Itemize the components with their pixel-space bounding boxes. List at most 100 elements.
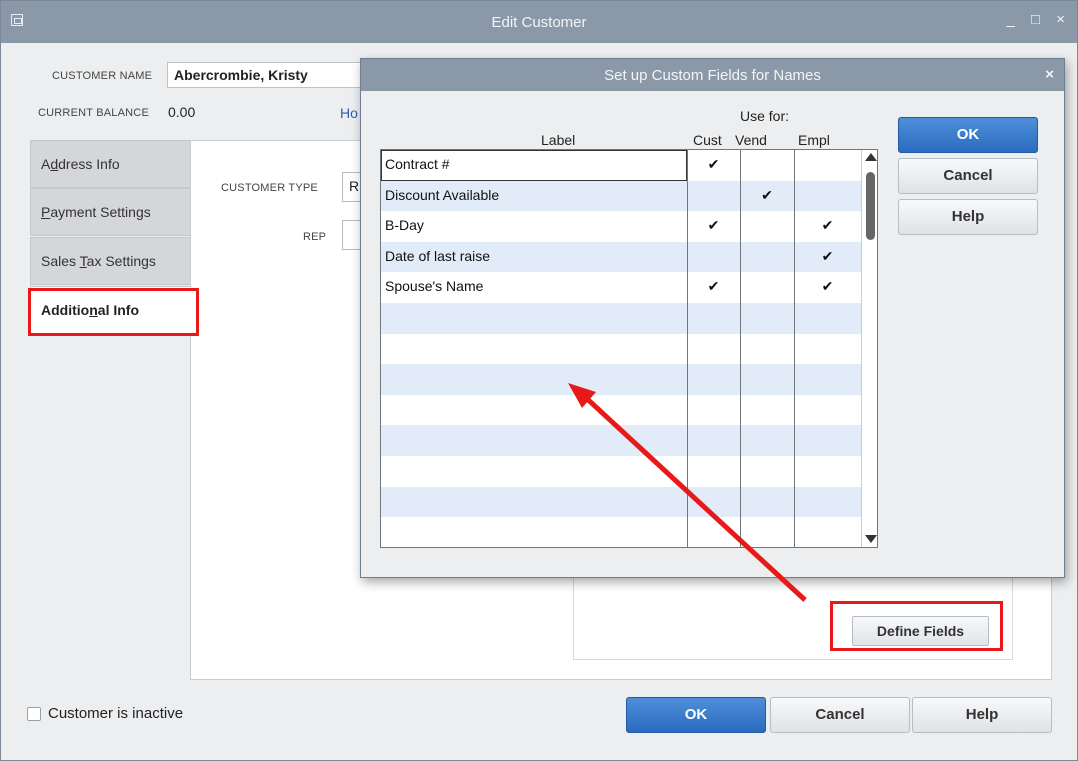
table-row[interactable]	[381, 486, 861, 518]
tab-label-post: ayment Settings	[50, 204, 151, 220]
field-label-cell[interactable]	[385, 364, 685, 395]
vend-check-cell[interactable]	[740, 364, 794, 395]
field-label-cell[interactable]: Discount Available	[385, 181, 685, 212]
cust-check-cell[interactable]	[687, 303, 740, 334]
empl-check-cell[interactable]	[794, 456, 861, 487]
cust-check-cell[interactable]	[687, 395, 740, 426]
empl-check-cell[interactable]	[794, 181, 861, 212]
table-row[interactable]	[381, 334, 861, 365]
tab-sales-tax-settings[interactable]: Sales Tax Settings	[30, 237, 191, 285]
vertical-scrollbar[interactable]	[861, 150, 877, 547]
tab-label-post: dress Info	[58, 156, 120, 172]
dialog-help-button[interactable]: Help	[898, 199, 1038, 235]
customer-name-field[interactable]: Abercrombie, Kristy	[167, 62, 367, 88]
custom-fields-dialog: Set up Custom Fields for Names × Use for…	[360, 58, 1065, 578]
field-label-cell[interactable]	[385, 517, 685, 547]
tab-label-post: ax Settings	[86, 253, 156, 269]
cust-check-cell[interactable]	[687, 487, 740, 518]
table-row[interactable]: B-Day ✔ ✔	[381, 211, 861, 242]
vend-check-cell[interactable]	[740, 242, 794, 273]
window-controls[interactable]: _ □ ×	[1007, 11, 1072, 28]
empl-check-cell[interactable]	[794, 150, 861, 181]
vend-check-cell[interactable]	[740, 487, 794, 518]
field-label-cell[interactable]	[385, 425, 685, 456]
field-label-cell[interactable]	[385, 334, 685, 365]
vend-check-cell[interactable]	[740, 303, 794, 334]
table-row[interactable]	[381, 303, 861, 334]
cust-check-cell[interactable]	[687, 425, 740, 456]
vend-check-cell[interactable]	[740, 395, 794, 426]
field-label-cell[interactable]	[385, 456, 685, 487]
dialog-ok-button[interactable]: OK	[898, 117, 1038, 153]
cust-check-cell[interactable]	[687, 364, 740, 395]
field-label-cell[interactable]	[385, 303, 685, 334]
main-titlebar[interactable]: Edit Customer _ □ ×	[1, 1, 1077, 43]
column-header-cust: Cust	[693, 132, 722, 148]
empl-check-cell[interactable]	[794, 487, 861, 518]
tab-label-accel: P	[41, 204, 51, 220]
table-row[interactable]	[381, 395, 861, 426]
customer-inactive-checkbox[interactable]	[27, 707, 41, 721]
vend-check-cell[interactable]	[740, 517, 794, 547]
vend-check-cell[interactable]	[740, 456, 794, 487]
customer-name-label: CUSTOMER NAME	[52, 70, 153, 82]
vend-check-cell[interactable]	[740, 150, 794, 181]
empl-check-cell[interactable]	[794, 425, 861, 456]
empl-check-cell[interactable]: ✔	[794, 211, 861, 242]
ok-button[interactable]: OK	[626, 697, 766, 733]
field-label-cell[interactable]: Date of last raise	[385, 242, 685, 273]
column-divider	[794, 150, 795, 547]
use-for-label: Use for:	[740, 108, 790, 124]
column-divider	[687, 150, 688, 547]
dialog-titlebar[interactable]: Set up Custom Fields for Names ×	[361, 59, 1064, 91]
scroll-down-arrow-icon[interactable]	[865, 535, 877, 543]
define-fields-button[interactable]: Define Fields	[852, 616, 989, 646]
empl-check-cell[interactable]	[794, 364, 861, 395]
scroll-up-arrow-icon[interactable]	[865, 153, 877, 161]
tab-additional-info[interactable]: Additional Info	[30, 286, 191, 334]
vend-check-cell[interactable]: ✔	[740, 181, 794, 212]
how-link[interactable]: Ho	[340, 105, 358, 121]
table-row[interactable]: Spouse's Name ✔ ✔	[381, 272, 861, 303]
table-row[interactable]: Discount Available ✔	[381, 180, 861, 212]
field-label-cell[interactable]	[385, 487, 685, 518]
empl-check-cell[interactable]: ✔	[794, 242, 861, 273]
custom-fields-grid: Contract # ✔ Discount Available ✔ B-Day …	[380, 149, 878, 548]
table-row[interactable]: Date of last raise ✔	[381, 241, 861, 273]
cust-check-cell[interactable]	[687, 334, 740, 365]
close-icon[interactable]: ×	[1045, 66, 1054, 83]
cust-check-cell[interactable]	[687, 517, 740, 547]
tab-address-info[interactable]: Address Info	[30, 140, 191, 188]
empl-check-cell[interactable]	[794, 517, 861, 547]
table-row[interactable]	[381, 456, 861, 487]
field-label-cell[interactable]: B-Day	[385, 211, 685, 242]
vend-check-cell[interactable]	[740, 211, 794, 242]
tab-payment-settings[interactable]: Payment Settings	[30, 188, 191, 236]
cust-check-cell[interactable]	[687, 181, 740, 212]
cust-check-cell[interactable]	[687, 242, 740, 273]
vend-check-cell[interactable]	[740, 334, 794, 365]
empl-check-cell[interactable]: ✔	[794, 272, 861, 303]
field-label-cell[interactable]	[385, 395, 685, 426]
table-row[interactable]	[381, 425, 861, 456]
vend-check-cell[interactable]	[740, 425, 794, 456]
field-label-cell[interactable]: Contract #	[385, 150, 685, 181]
vend-check-cell[interactable]	[740, 272, 794, 303]
table-row[interactable]	[381, 364, 861, 395]
table-row[interactable]: Contract # ✔	[381, 150, 861, 181]
help-button[interactable]: Help	[912, 697, 1052, 733]
empl-check-cell[interactable]	[794, 395, 861, 426]
dialog-cancel-button[interactable]: Cancel	[898, 158, 1038, 194]
cust-check-cell[interactable]	[687, 456, 740, 487]
cust-check-cell[interactable]: ✔	[687, 272, 740, 303]
field-label-cell[interactable]: Spouse's Name	[385, 272, 685, 303]
custom-fields-area	[573, 570, 1013, 660]
table-row[interactable]	[381, 517, 861, 547]
rep-label: REP	[303, 231, 327, 243]
cust-check-cell[interactable]: ✔	[687, 150, 740, 181]
empl-check-cell[interactable]	[794, 303, 861, 334]
cust-check-cell[interactable]: ✔	[687, 211, 740, 242]
cancel-button[interactable]: Cancel	[770, 697, 910, 733]
scroll-thumb[interactable]	[866, 172, 875, 240]
empl-check-cell[interactable]	[794, 334, 861, 365]
